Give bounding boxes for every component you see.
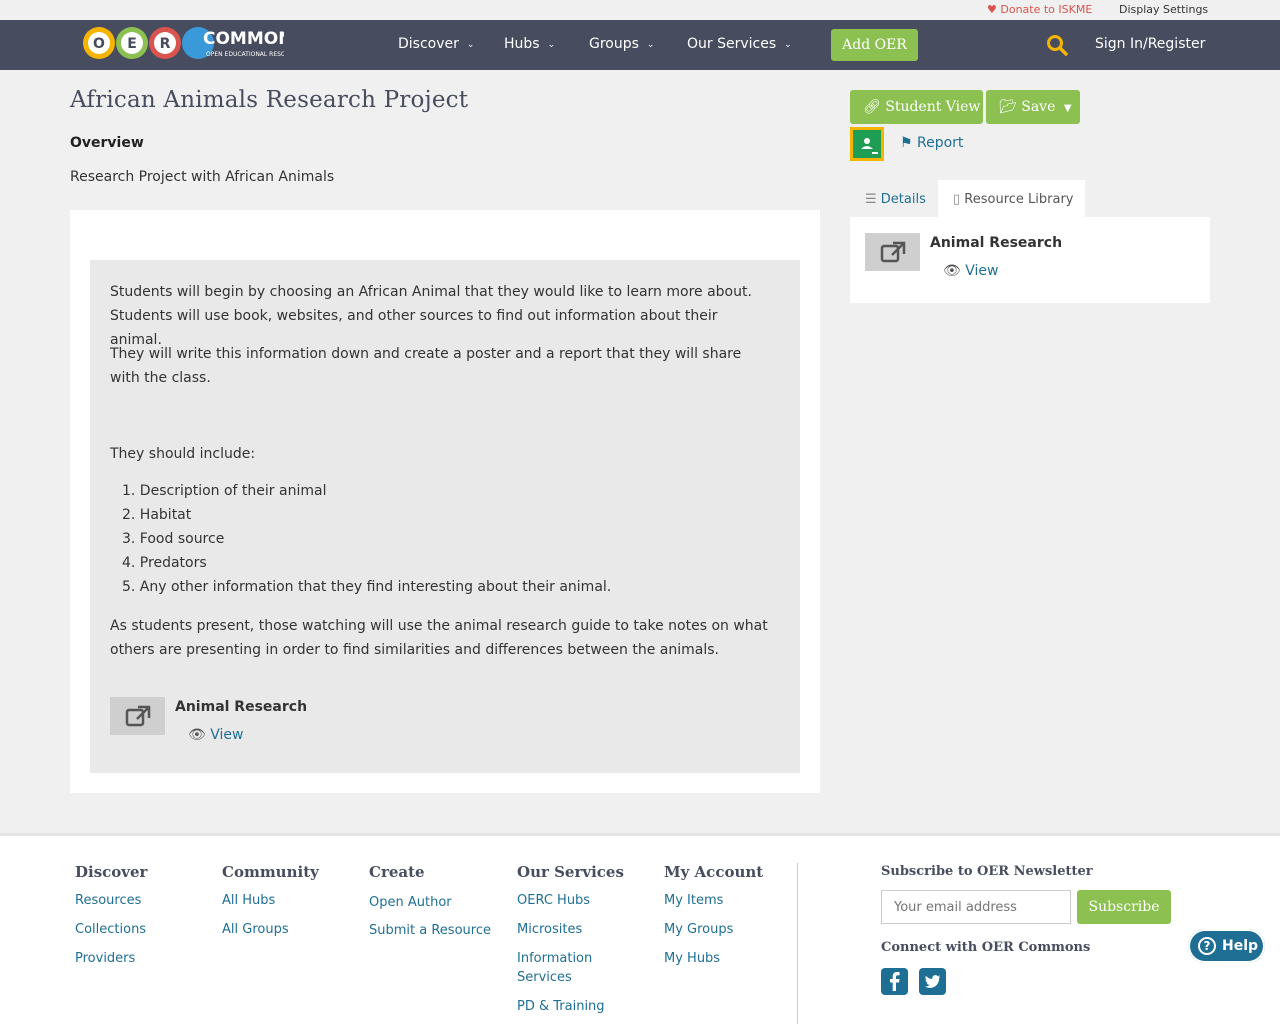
footer-link-collections[interactable]: Collections xyxy=(75,920,146,939)
list-icon: ☰ xyxy=(865,192,877,207)
nav-groups[interactable]: Groups ⌄ xyxy=(589,36,654,52)
chevron-down-icon: ⌄ xyxy=(784,40,792,50)
library-view-link[interactable]: 👁 View xyxy=(943,263,998,279)
subscribe-button[interactable]: Subscribe xyxy=(1077,890,1171,924)
logo-wordmark: COMMONS xyxy=(203,29,284,49)
flag-icon: ⚑ xyxy=(900,135,913,151)
list-item: 4. Predators xyxy=(122,555,207,571)
footer-divider xyxy=(797,863,798,1024)
footer-heading-our-services: Our Services xyxy=(517,863,624,881)
footer-heading-community: Community xyxy=(222,863,319,881)
report-link[interactable]: ⚑ Report xyxy=(900,135,963,151)
twitter-icon[interactable] xyxy=(919,968,946,995)
paragraph-poster: They will write this information down an… xyxy=(110,346,742,386)
footer-link-submit-resource[interactable]: Submit a Resource xyxy=(369,921,491,940)
add-oer-button[interactable]: Add OER xyxy=(831,29,918,61)
overview-heading: Overview xyxy=(70,135,144,151)
newsletter-heading: Subscribe to OER Newsletter xyxy=(881,864,1093,879)
footer-link-all-groups[interactable]: All Groups xyxy=(222,920,289,939)
footer-link-open-author[interactable]: Open Author xyxy=(369,893,452,912)
newsletter-email-input[interactable] xyxy=(881,890,1071,924)
svg-text:O: O xyxy=(93,36,105,52)
footer-link-my-hubs[interactable]: My Hubs xyxy=(664,949,720,968)
footer-heading-discover: Discover xyxy=(75,863,148,881)
student-view-button[interactable]: 🔗︎ Student View xyxy=(850,90,983,124)
google-classroom-icon[interactable] xyxy=(850,127,884,161)
logo-tagline: OPEN EDUCATIONAL RESOURCES xyxy=(206,51,284,58)
footer-link-my-groups[interactable]: My Groups xyxy=(664,920,733,939)
svg-text:R: R xyxy=(160,36,171,52)
chevron-down-icon: ⌄ xyxy=(547,40,556,50)
footer-heading-create: Create xyxy=(369,863,425,881)
heart-icon: ♥ xyxy=(987,3,997,16)
save-button[interactable]: 📂︎ Save ▼ xyxy=(986,90,1080,124)
eye-icon: 👁 xyxy=(943,263,961,279)
list-item: 1. Description of their animal xyxy=(122,483,327,499)
external-link-icon[interactable] xyxy=(110,697,165,735)
main-navbar: O E R COMMONS OPEN EDUCATIONAL RESOURCES… xyxy=(0,20,1280,70)
list-item: 3. Food source xyxy=(122,531,225,547)
folder-open-icon: 📂︎ xyxy=(999,99,1017,115)
footer-link-microsites[interactable]: Microsites xyxy=(517,920,582,939)
caret-down-icon: ▼ xyxy=(1063,103,1072,114)
facebook-icon[interactable] xyxy=(881,968,908,995)
include-label: They should include: xyxy=(110,446,256,462)
footer-link-my-items[interactable]: My Items xyxy=(664,891,723,910)
footer-link-pd-training[interactable]: PD & Training xyxy=(517,997,605,1016)
sign-in-register-link[interactable]: Sign In/Register xyxy=(1095,36,1205,52)
footer-link-providers[interactable]: Providers xyxy=(75,949,135,968)
footer-link-oerc-hubs[interactable]: OERC Hubs xyxy=(517,891,590,910)
oer-commons-logo[interactable]: O E R COMMONS OPEN EDUCATIONAL RESOURCES xyxy=(82,25,306,61)
tab-details[interactable]: ☰ Details xyxy=(865,192,926,207)
resource-view-link[interactable]: 👁 View xyxy=(188,727,243,743)
overview-text: Research Project with African Animals xyxy=(70,169,335,185)
nav-hubs[interactable]: Hubs ⌄ xyxy=(504,36,555,52)
footer-heading-my-account: My Account xyxy=(664,863,764,881)
external-link-icon[interactable] xyxy=(865,233,920,271)
svg-text:E: E xyxy=(127,36,137,52)
footer-link-all-hubs[interactable]: All Hubs xyxy=(222,891,275,910)
tab-resource-library[interactable]: ▯ Resource Library xyxy=(938,180,1085,218)
utility-bar: ♥ Donate to ISKME Display Settings xyxy=(0,0,1280,20)
footer xyxy=(0,833,1280,1024)
list-item: 5. Any other information that they find … xyxy=(122,579,612,595)
display-settings-link[interactable]: Display Settings xyxy=(1119,3,1208,16)
search-icon[interactable] xyxy=(1046,34,1068,56)
donate-link[interactable]: ♥ Donate to ISKME xyxy=(987,3,1092,16)
chevron-down-icon: ⌄ xyxy=(646,40,655,50)
link-icon: 🔗︎ xyxy=(863,99,881,115)
list-item: 2. Habitat xyxy=(122,507,192,523)
connect-heading: Connect with OER Commons xyxy=(881,940,1091,955)
footer-link-information-services[interactable]: Information Services xyxy=(517,949,617,987)
help-button[interactable]: ? Help xyxy=(1188,929,1265,963)
page-title: African Animals Research Project xyxy=(70,87,469,113)
question-circle-icon: ? xyxy=(1198,937,1216,955)
resource-name: Animal Research xyxy=(175,699,308,715)
book-icon: ▯ xyxy=(953,192,961,207)
nav-our-services[interactable]: Our Services ⌄ xyxy=(687,36,792,52)
nav-discover[interactable]: Discover ⌄ xyxy=(398,36,474,52)
footer-link-resources[interactable]: Resources xyxy=(75,891,141,910)
paragraph-presentation: As students present, those watching will… xyxy=(110,618,768,658)
chevron-down-icon: ⌄ xyxy=(466,40,475,50)
library-item-name: Animal Research xyxy=(930,235,1063,251)
eye-icon: 👁 xyxy=(188,727,206,743)
